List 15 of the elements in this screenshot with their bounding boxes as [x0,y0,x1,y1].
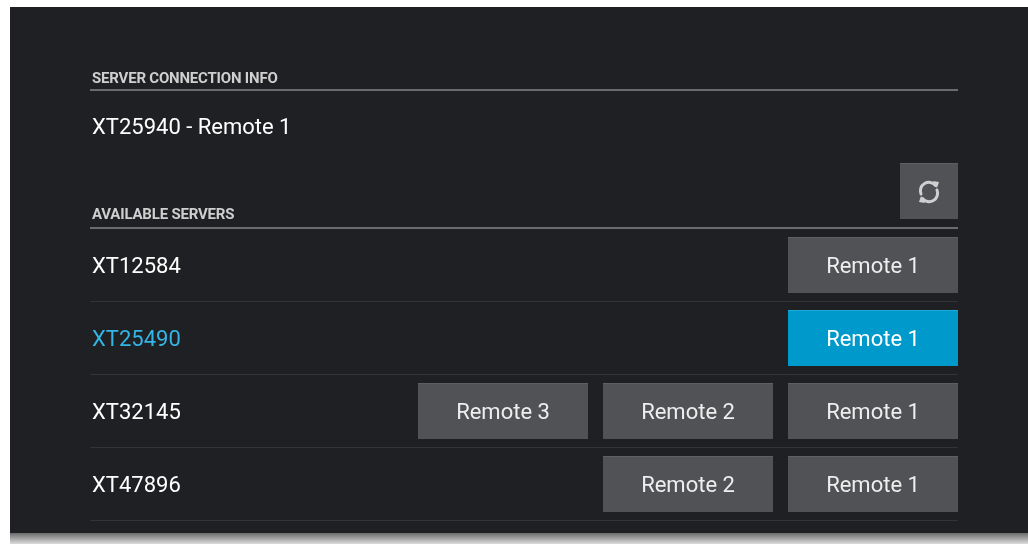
server-name[interactable]: XT12584 [92,252,181,278]
remote-button[interactable]: Remote 1 [788,383,958,439]
server-name[interactable]: XT25490 [92,325,181,351]
section-heading: AVAILABLE SERVERS [92,205,235,223]
connection-value: XT25940 - Remote 1 [91,113,293,141]
remote-button[interactable]: Remote 1 [788,237,958,293]
refresh-icon [916,178,942,205]
server-name[interactable]: XT32145 [92,398,181,424]
server-name[interactable]: XT47896 [92,471,181,497]
remote-button[interactable]: Remote 1 [788,456,958,512]
section-heading: SERVER CONNECTION INFO [92,69,278,87]
remote-button[interactable]: Remote 2 [603,456,773,512]
refresh-button[interactable] [900,163,958,219]
remote-button[interactable]: Remote 3 [418,383,588,439]
remote-button[interactable]: Remote 2 [603,383,773,439]
